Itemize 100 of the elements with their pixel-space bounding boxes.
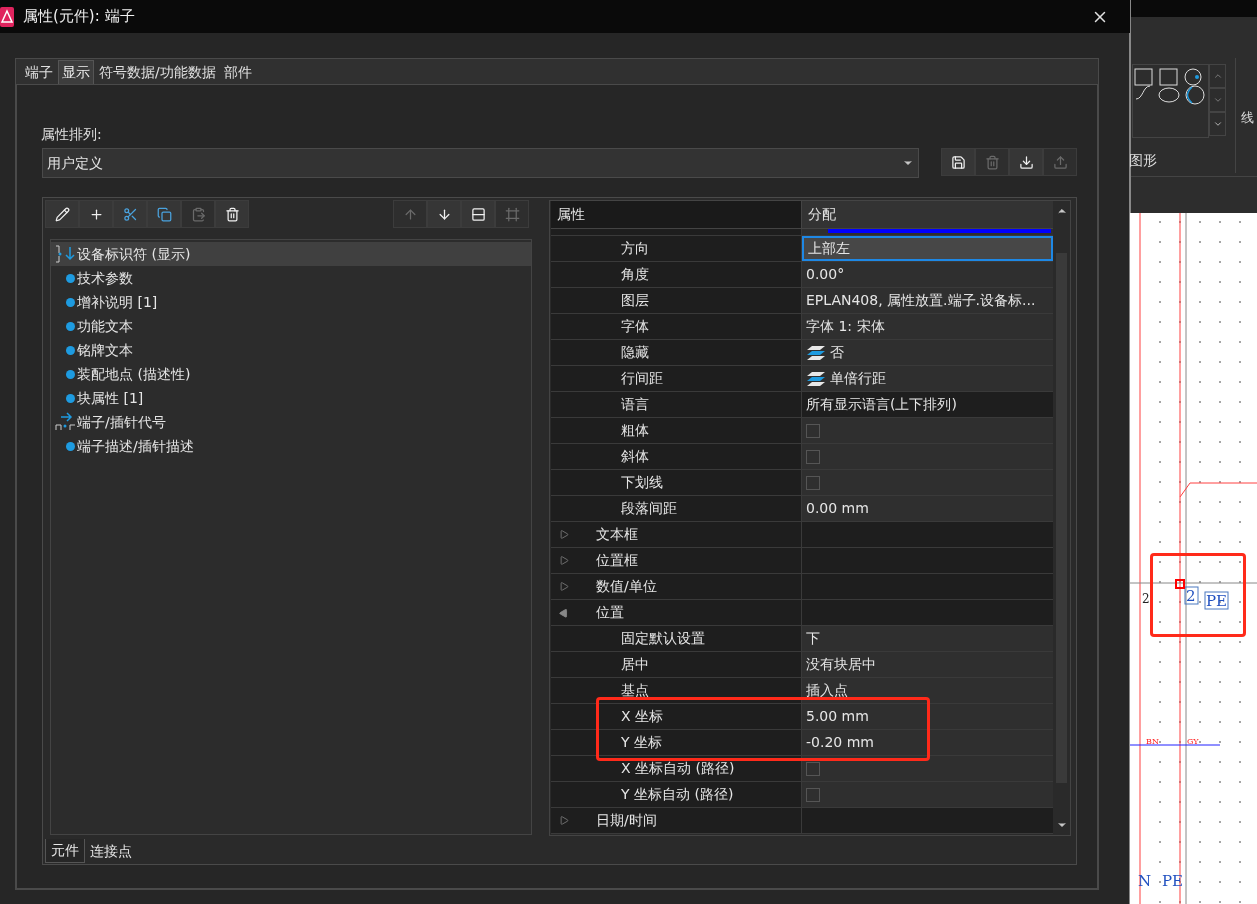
toolbar-button[interactable] <box>941 148 975 176</box>
bullet-icon <box>66 297 75 307</box>
connector-arrow-icon <box>55 412 77 432</box>
tree-item[interactable]: 块属性 [1] <box>51 386 531 410</box>
property-label: 字体 <box>621 317 649 336</box>
checkbox[interactable] <box>806 761 820 776</box>
property-label: 固定默认设置 <box>621 629 705 648</box>
schematic-label: PE <box>1162 872 1184 890</box>
property-label: X 坐标自动 (路径) <box>621 759 735 778</box>
scissors-icon <box>122 206 138 222</box>
copy-icon <box>156 206 172 222</box>
value-text: 单倍行距 <box>830 369 886 388</box>
tab[interactable]: 部件 <box>220 60 255 84</box>
tab[interactable]: 连接点 <box>85 839 137 863</box>
tree-item[interactable]: 端子描述/插针描述 <box>51 434 531 458</box>
ribbon-group-label: 图形 <box>1129 151 1157 170</box>
column-header[interactable]: 属性 <box>551 201 802 228</box>
tab[interactable]: 显示 <box>58 60 94 84</box>
expand-arrow[interactable] <box>557 530 571 539</box>
tab[interactable]: 元件 <box>45 839 85 863</box>
property-value[interactable]: 插入点 <box>802 678 1054 703</box>
checkbox[interactable] <box>806 475 820 490</box>
bullet-icon <box>66 393 75 403</box>
bullet-icon <box>66 321 75 331</box>
tree-item[interactable]: 装配地点 (描述性) <box>51 362 531 386</box>
toolbar-button[interactable] <box>461 200 495 228</box>
tab[interactable]: 符号数据/功能数据 <box>96 60 219 84</box>
checkbox[interactable] <box>806 787 820 802</box>
bullet-icon <box>66 345 75 355</box>
value-text: 上部左 <box>808 239 850 258</box>
plus-icon <box>88 206 104 222</box>
property-label: Y 坐标 <box>621 733 662 752</box>
value-text: 否 <box>830 343 844 362</box>
app-logo-icon <box>0 6 14 27</box>
expand-arrow[interactable] <box>557 582 571 591</box>
property-value[interactable]: 0.00° <box>802 262 1054 287</box>
property-value[interactable]: 单倍行距 <box>802 366 1054 391</box>
chevron-down-icon <box>1212 95 1223 105</box>
trash-icon <box>984 154 1000 170</box>
checkbox[interactable] <box>806 423 820 438</box>
trash-icon <box>224 206 240 222</box>
group-label: 文本框 <box>596 525 638 544</box>
bullet-icon <box>66 369 75 379</box>
value-text: -0.20 mm <box>806 733 874 752</box>
arrangement-dropdown[interactable]: 用户定义 <box>42 148 919 178</box>
toolbar-button[interactable] <box>1009 148 1043 176</box>
property-value[interactable]: 0.00 mm <box>802 496 1054 521</box>
value-text: 字体 1: 宋体 <box>806 317 885 336</box>
expand-gallery-button[interactable] <box>1209 112 1226 136</box>
save-icon <box>950 154 966 170</box>
tree-item-label: 端子/插针代号 <box>77 412 166 432</box>
tree-item-label: 增补说明 [1] <box>77 292 158 312</box>
property-value[interactable]: 没有块居中 <box>802 652 1054 677</box>
download-icon <box>1018 154 1034 170</box>
tree-item[interactable]: 设备标识符 (显示) <box>51 242 531 266</box>
schematic-label: GY <box>1187 737 1199 746</box>
property-value[interactable] <box>802 756 1054 781</box>
frame-icon <box>504 206 520 222</box>
property-value[interactable]: 所有显示语言(上下排列) <box>802 392 1054 417</box>
arrow-down-icon <box>436 206 452 222</box>
value-text: EPLAN408, 属性放置.端子.设备标... <box>806 291 1036 310</box>
checkbox[interactable] <box>806 449 820 464</box>
insertion-marker <box>1175 579 1185 589</box>
property-value[interactable]: EPLAN408, 属性放置.端子.设备标... <box>802 288 1054 313</box>
bullet-icon <box>66 441 75 451</box>
tree-item-label: 块属性 [1] <box>77 388 144 408</box>
property-value[interactable]: 下 <box>802 626 1054 651</box>
property-label: 居中 <box>621 655 649 674</box>
tree-item[interactable]: 技术参数 <box>51 266 531 290</box>
expand-arrow[interactable] <box>557 816 571 825</box>
tree-item[interactable]: 铭牌文本 <box>51 338 531 362</box>
toolbar-button[interactable] <box>45 200 79 228</box>
property-label: 斜体 <box>621 447 649 466</box>
tree-item[interactable]: 增补说明 [1] <box>51 290 531 314</box>
scroll-up-button[interactable] <box>1209 64 1226 88</box>
tab[interactable]: 端子 <box>22 60 56 84</box>
property-value[interactable]: 字体 1: 宋体 <box>802 314 1054 339</box>
property-value[interactable]: 否 <box>802 340 1054 365</box>
toolbar-button[interactable] <box>147 200 181 228</box>
tree-item[interactable]: 端子/插针代号 <box>51 410 531 434</box>
property-value[interactable]: -0.20 mm <box>802 730 1054 755</box>
toolbar-button[interactable] <box>113 200 147 228</box>
property-label: 粗体 <box>621 421 649 440</box>
framed-label: 2 <box>1184 586 1199 605</box>
paste-icon <box>190 206 206 222</box>
expand-arrow[interactable] <box>557 556 571 565</box>
toolbar-button[interactable] <box>427 200 461 228</box>
property-label: 基点 <box>621 681 649 700</box>
column-header[interactable]: 分配 <box>802 201 1054 228</box>
property-value[interactable]: 5.00 mm <box>802 704 1054 729</box>
property-label: 段落间距 <box>621 499 677 518</box>
value-text: 插入点 <box>806 681 848 700</box>
field-label: 属性排列: <box>41 125 102 144</box>
property-label: 下划线 <box>621 473 663 492</box>
property-value[interactable]: 上部左 <box>802 236 1054 261</box>
toolbar-button[interactable] <box>215 200 249 228</box>
tree-item[interactable]: 功能文本 <box>51 314 531 338</box>
scroll-down-button[interactable] <box>1209 88 1226 112</box>
framed-label: PE <box>1204 591 1229 610</box>
group-label: 数值/单位 <box>596 577 657 596</box>
